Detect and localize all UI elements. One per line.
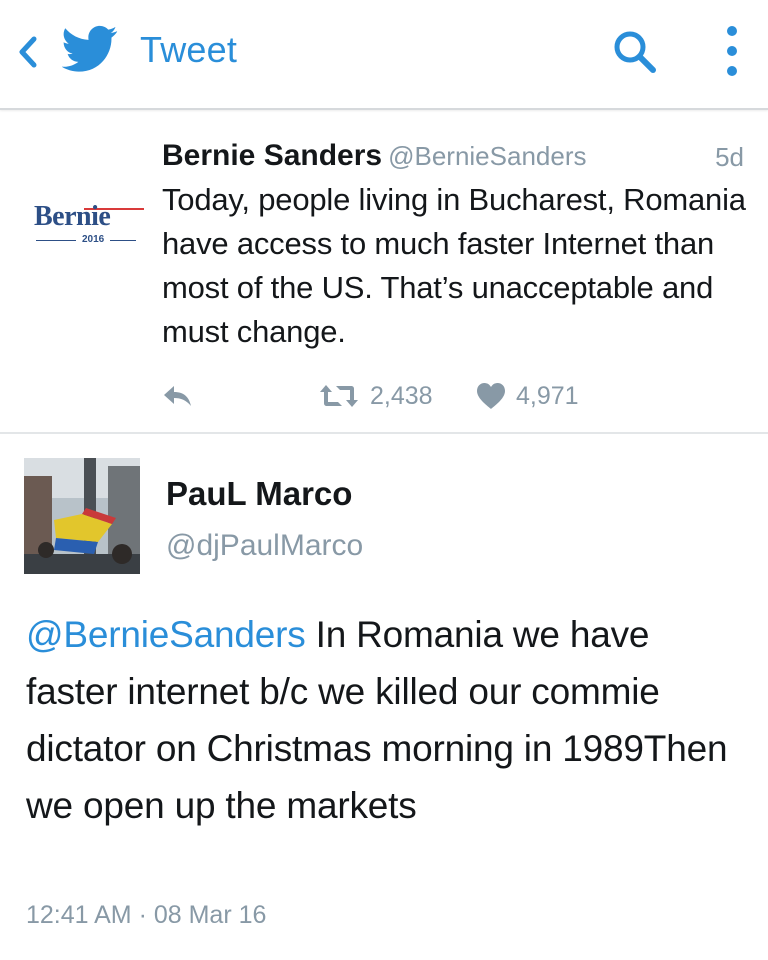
app-bar: Tweet	[0, 0, 768, 110]
search-icon	[614, 31, 656, 73]
avatar-logo-year: 2016	[82, 234, 105, 245]
author-handle[interactable]: @djPaulMarco	[166, 526, 363, 566]
avatar-logo-text: Bernie	[34, 201, 111, 232]
author-handle[interactable]: @BernieSanders	[388, 141, 586, 171]
back-button[interactable]	[8, 28, 48, 76]
logo-rule-right	[110, 240, 136, 241]
more-options-button[interactable]	[714, 20, 750, 82]
tweet-author-row: Bernie Sanders @BernieSanders	[162, 138, 586, 174]
like-button[interactable]: 4,971	[476, 378, 579, 414]
author-name[interactable]: Bernie Sanders	[162, 139, 382, 172]
tweet-text: @BernieSanders In Romania we have faster…	[26, 606, 750, 834]
more-vertical-icon	[727, 26, 737, 76]
author-name[interactable]: PauL Marco	[166, 474, 352, 514]
retweet-icon	[320, 385, 358, 407]
reply-tweet: PauL Marco @djPaulMarco @BernieSanders I…	[0, 434, 768, 960]
avatar[interactable]	[24, 458, 140, 574]
mention-link[interactable]: @BernieSanders	[26, 614, 306, 655]
avatar-photo	[24, 458, 140, 574]
retweet-button[interactable]: 2,438	[318, 378, 433, 414]
twitter-bird-icon	[62, 25, 118, 72]
chevron-left-icon	[19, 36, 37, 68]
tweet-text: Today, people living in Bucharest, Roman…	[162, 182, 746, 349]
search-button[interactable]	[606, 24, 664, 80]
retweet-count: 2,438	[370, 382, 433, 410]
heart-icon	[477, 383, 505, 409]
parent-tweet[interactable]: Bernie 2016 Bernie Sanders @BernieSanders…	[0, 110, 768, 434]
logo-rule-left	[36, 240, 76, 241]
like-count: 4,971	[516, 382, 579, 410]
avatar[interactable]: Bernie 2016	[24, 140, 144, 264]
tweet-time: 5d	[715, 142, 744, 172]
reply-button[interactable]	[158, 378, 198, 414]
page-title: Tweet	[140, 29, 238, 70]
reply-icon	[164, 386, 191, 406]
tweet-timestamp: 12:41 AM · 08 Mar 16	[26, 901, 267, 929]
